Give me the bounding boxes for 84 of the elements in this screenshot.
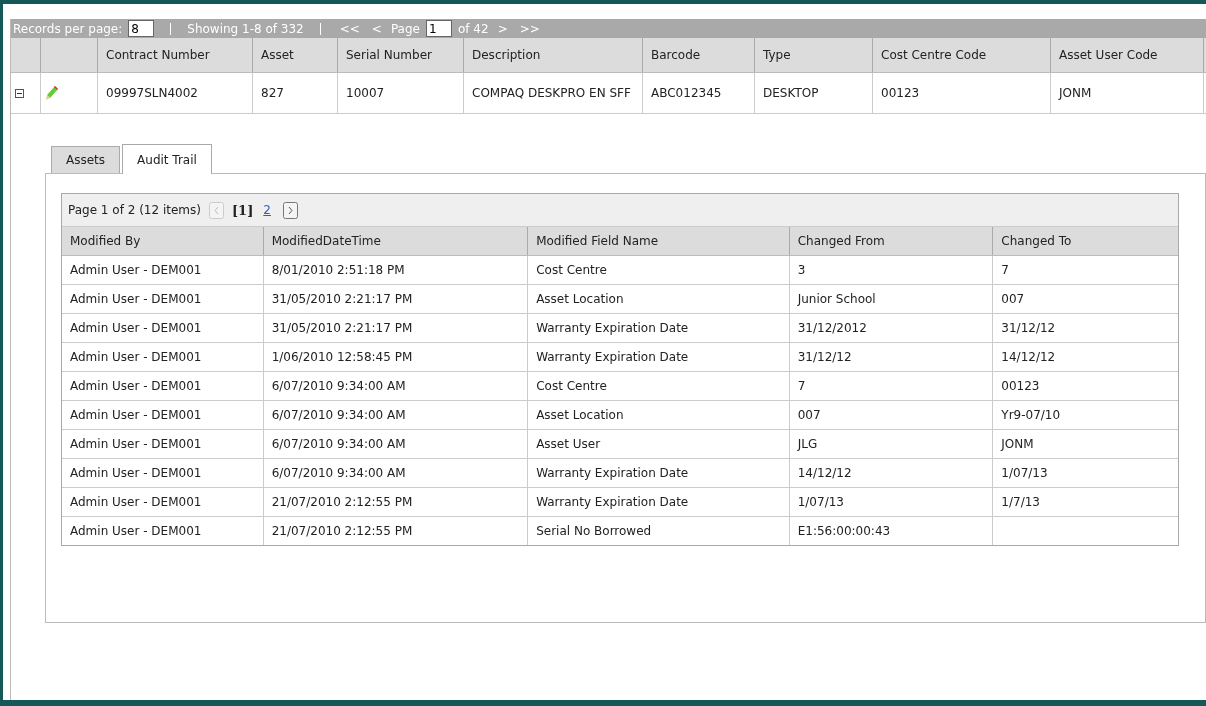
column-header[interactable]: Asset [253, 38, 338, 72]
page-link[interactable]: 2 [263, 203, 271, 217]
column-header[interactable]: ModifiedDateTime [263, 227, 529, 255]
column-header[interactable]: Cost Centre Code [873, 38, 1051, 72]
table-cell: Cost Centre [536, 263, 607, 277]
column-header[interactable]: Modified By [62, 227, 264, 255]
table-cell: JONM [1051, 73, 1204, 113]
table-cell: Asset User [536, 437, 601, 451]
table-cell: 10007 [338, 73, 464, 113]
table-cell: 14/12/12 [1001, 350, 1056, 364]
table-cell: 31/12/12 [797, 350, 852, 364]
table-cell: Admin User - DEM001 [70, 466, 202, 480]
table-cell: Serial No Borrowed [536, 524, 652, 538]
table-cell: DESKTOP [755, 73, 873, 113]
showing-text: Showing 1-8 of 332 [187, 21, 304, 36]
column-header[interactable]: Barcode [643, 38, 755, 72]
table-cell: E1:56:00:00:43 [797, 524, 891, 538]
column-header[interactable]: Changed From [789, 227, 994, 255]
collapse-icon[interactable] [15, 88, 24, 98]
table-cell: 8/01/2010 2:51:18 PM [271, 263, 405, 277]
table-cell: JONM [1001, 437, 1034, 451]
records-per-page-field[interactable]: 8 [128, 20, 155, 37]
page-field[interactable]: 1 [426, 20, 452, 37]
table-cell: 6/07/2010 9:34:00 AM [271, 379, 406, 393]
table-cell: 31/12/2012 [797, 321, 867, 335]
table-cell: Admin User - DEM001 [70, 263, 202, 277]
page-summary: Page 1 of 2 (12 items) [68, 203, 201, 217]
table-cell: 7 [797, 379, 806, 393]
table-cell: Admin User - DEM001 [70, 379, 202, 393]
table-cell: 21/07/2010 2:12:55 PM [271, 495, 413, 509]
table-cell: Warranty Expiration Date [536, 350, 689, 364]
page-label: Page [390, 21, 420, 36]
tab[interactable]: Assets [51, 146, 121, 173]
table-cell: 6/07/2010 9:34:00 AM [271, 408, 406, 422]
table-cell: Cost Centre [536, 379, 607, 393]
table-cell: Warranty Expiration Date [536, 321, 689, 335]
tab[interactable]: Audit Trail [122, 144, 212, 174]
column-header[interactable]: Description [464, 38, 643, 72]
column-header[interactable]: Contract Number [98, 38, 253, 72]
table-cell: 1/7/13 [1001, 495, 1040, 509]
table-cell: 1/07/13 [1001, 466, 1048, 480]
column-header[interactable]: Serial Number [338, 38, 464, 72]
table-cell: ABC012345 [643, 73, 755, 113]
table-cell: 007 [1001, 292, 1025, 306]
table-cell: 7 [1001, 263, 1009, 277]
column-header[interactable]: Asset User Code [1051, 38, 1204, 72]
table-cell: 007 [797, 408, 821, 422]
table-cell: 00123 [1001, 379, 1040, 393]
table-cell: Asset Location [536, 408, 624, 422]
table-cell: 09997SLN4002 [98, 73, 253, 113]
table-cell: 827 [253, 73, 338, 113]
table-cell: COMPAQ DESKPRO EN SFF [464, 73, 643, 113]
table-cell: 31/05/2010 2:21:17 PM [271, 292, 413, 306]
table-cell: Admin User - DEM001 [70, 408, 202, 422]
table-cell: 6/07/2010 9:34:00 AM [271, 466, 406, 480]
table-cell: 31/05/2010 2:21:17 PM [271, 321, 413, 335]
current-page[interactable]: [1] [231, 202, 254, 218]
table-cell: 1/06/2010 12:58:45 PM [271, 350, 413, 364]
table-cell: 21/07/2010 2:12:55 PM [271, 524, 413, 538]
table-cell: 14/12/12 [797, 466, 852, 480]
records-label: Records per page: [13, 21, 123, 36]
table-cell: Admin User - DEM001 [70, 292, 202, 306]
table-cell: Asset Location [536, 292, 624, 306]
pencil-icon[interactable] [45, 85, 59, 101]
table-cell: Admin User - DEM001 [70, 437, 202, 451]
table-cell: JLG [797, 437, 818, 451]
table-cell: 00123 [873, 73, 1051, 113]
table-cell: Warranty Expiration Date [536, 466, 689, 480]
table-cell: Admin User - DEM001 [70, 350, 202, 364]
table-cell: 3 [797, 263, 806, 277]
column-header[interactable]: Type [755, 38, 873, 72]
column-header[interactable]: Modified Field Name [528, 227, 790, 255]
next-page-button[interactable] [282, 201, 298, 219]
page-count: of 42 [458, 21, 489, 36]
table-cell: 31/12/12 [1001, 321, 1056, 335]
table-cell: Admin User - DEM001 [70, 321, 202, 335]
table-cell: Admin User - DEM001 [70, 524, 202, 538]
table-cell: Admin User - DEM001 [70, 495, 202, 509]
table-cell: Warranty Expiration Date [536, 495, 689, 509]
table-cell: 1/07/13 [797, 495, 844, 509]
table-cell: Yr9-07/10 [1001, 408, 1061, 422]
table-cell: 6/07/2010 9:34:00 AM [271, 437, 406, 451]
table-cell: Junior School [797, 292, 876, 306]
column-header[interactable]: Changed To [993, 227, 1178, 255]
